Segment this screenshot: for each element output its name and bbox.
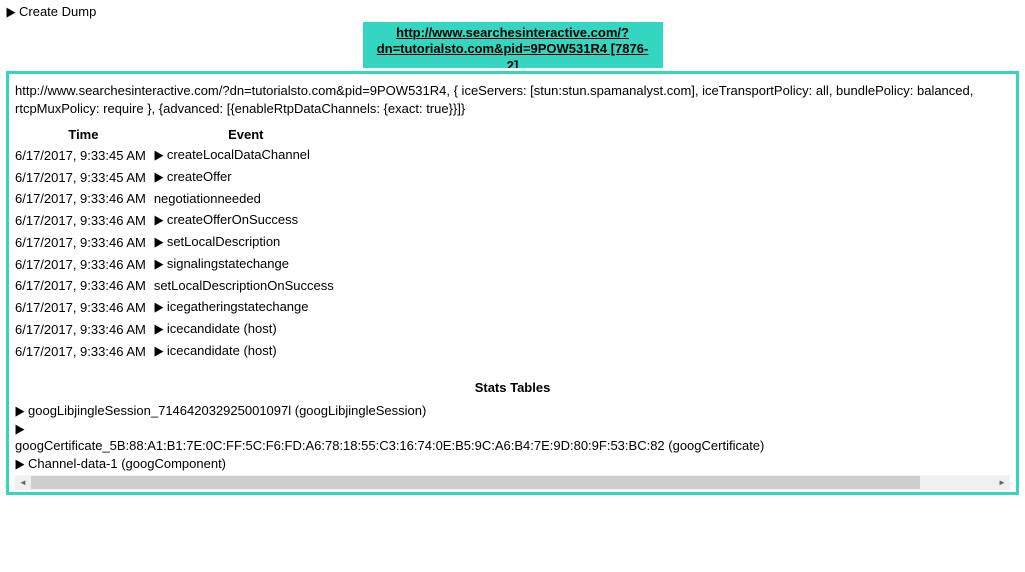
event-label: icecandidate (host) (167, 343, 277, 358)
scroll-right-icon[interactable]: ► (994, 475, 1010, 490)
event-row[interactable]: 6/17/2017, 9:33:46 AM▶ icecandidate (host… (15, 340, 340, 362)
triangle-right-icon: ▶ (154, 321, 163, 337)
stats-item[interactable]: ▶googLibjingleSession_714642032925001097… (15, 403, 1010, 420)
event-cell[interactable]: ▶ icecandidate (host) (152, 318, 340, 340)
event-row[interactable]: 6/17/2017, 9:33:45 AM▶ createOffer (15, 166, 340, 188)
events-col-event: Event (152, 125, 340, 144)
stats-list: ▶googLibjingleSession_714642032925001097… (15, 403, 1010, 473)
stats-item-label: Channel-data-1 (googComponent) (28, 456, 226, 471)
triangle-right-icon: ▶ (154, 169, 163, 185)
event-cell[interactable]: ▶ icecandidate (host) (152, 340, 340, 362)
event-cell[interactable]: ▶ createOfferOnSuccess (152, 209, 340, 231)
triangle-right-icon: ▶ (154, 212, 163, 228)
horizontal-scrollbar[interactable]: ◄ ► (15, 475, 1010, 490)
event-label: signalingstatechange (167, 256, 289, 271)
event-time: 6/17/2017, 9:33:46 AM (15, 318, 152, 340)
create-dump-toggle[interactable]: ▶Create Dump (6, 4, 96, 19)
triangle-right-icon: ▶ (16, 456, 25, 473)
event-row[interactable]: 6/17/2017, 9:33:45 AM▶ createLocalDataCha… (15, 144, 340, 166)
event-cell[interactable]: ▶ icegatheringstatechange (152, 296, 340, 318)
event-row[interactable]: 6/17/2017, 9:33:46 AM▶ createOfferOnSucce… (15, 209, 340, 231)
scroll-left-icon[interactable]: ◄ (15, 475, 31, 490)
event-row: 6/17/2017, 9:33:46 AMnegotiationneeded (15, 188, 340, 209)
event-cell[interactable]: ▶ setLocalDescription (152, 231, 340, 253)
event-row[interactable]: 6/17/2017, 9:33:46 AM▶ signalingstatechan… (15, 253, 340, 275)
event-time: 6/17/2017, 9:33:46 AM (15, 231, 152, 253)
stats-tables-heading: Stats Tables (15, 380, 1010, 395)
event-row[interactable]: 6/17/2017, 9:33:46 AM▶ icegatheringstatec… (15, 296, 340, 318)
event-row[interactable]: 6/17/2017, 9:33:46 AM▶ setLocalDescriptio… (15, 231, 340, 253)
event-cell: setLocalDescriptionOnSuccess (152, 275, 340, 296)
event-label: createOffer (167, 169, 232, 184)
event-label: setLocalDescriptionOnSuccess (154, 278, 334, 293)
event-cell[interactable]: ▶ signalingstatechange (152, 253, 340, 275)
connection-description: http://www.searchesinteractive.com/?dn=t… (15, 82, 1010, 117)
events-col-time: Time (15, 125, 152, 144)
triangle-right-icon: ▶ (16, 403, 25, 420)
triangle-right-icon: ▶ (154, 256, 163, 272)
event-time: 6/17/2017, 9:33:46 AM (15, 296, 152, 318)
event-time: 6/17/2017, 9:33:45 AM (15, 144, 152, 166)
event-label: setLocalDescription (167, 234, 280, 249)
triangle-right-icon: ▶ (154, 343, 163, 359)
event-cell[interactable]: ▶ createLocalDataChannel (152, 144, 340, 166)
triangle-right-icon: ▶ (154, 147, 163, 163)
events-table: Time Event 6/17/2017, 9:33:45 AM▶createL… (15, 125, 340, 362)
event-time: 6/17/2017, 9:33:46 AM (15, 188, 152, 209)
event-time: 6/17/2017, 9:33:46 AM (15, 253, 152, 275)
triangle-right-icon: ▶ (16, 421, 25, 438)
event-time: 6/17/2017, 9:33:46 AM (15, 275, 152, 296)
event-label: negotiationneeded (154, 191, 261, 206)
stats-item[interactable]: ▶googCertificate_5B:88:A1:B1:7E:0C:FF:5C… (15, 421, 1010, 455)
stats-item[interactable]: ▶Channel-data-1 (googComponent) (15, 456, 1010, 473)
event-label: icegatheringstatechange (167, 299, 309, 314)
scroll-thumb[interactable] (31, 476, 920, 489)
connection-panel: http://www.searchesinteractive.com/?dn=t… (6, 71, 1019, 495)
event-time: 6/17/2017, 9:33:46 AM (15, 340, 152, 362)
event-row: 6/17/2017, 9:33:46 AMsetLocalDescription… (15, 275, 340, 296)
create-dump-label: Create Dump (19, 4, 96, 19)
event-row[interactable]: 6/17/2017, 9:33:46 AM▶ icecandidate (host… (15, 318, 340, 340)
event-label: icecandidate (host) (167, 321, 277, 336)
connection-tab-label: http://www.searchesinteractive.com/?dn=t… (377, 25, 649, 68)
event-time: 6/17/2017, 9:33:46 AM (15, 209, 152, 231)
event-cell[interactable]: ▶ createOffer (152, 166, 340, 188)
stats-item-label: googLibjingleSession_714642032925001097l… (28, 403, 426, 418)
triangle-right-icon: ▶ (7, 4, 16, 20)
event-cell: negotiationneeded (152, 188, 340, 209)
triangle-right-icon: ▶ (154, 234, 163, 250)
connection-tab[interactable]: http://www.searchesinteractive.com/?dn=t… (363, 22, 663, 68)
triangle-right-icon: ▶ (154, 299, 163, 315)
event-label: createOfferOnSuccess (167, 212, 298, 227)
event-time: 6/17/2017, 9:33:45 AM (15, 166, 152, 188)
stats-item-label: googCertificate_5B:88:A1:B1:7E:0C:FF:5C:… (15, 438, 764, 453)
event-label: createLocalDataChannel (167, 147, 310, 162)
